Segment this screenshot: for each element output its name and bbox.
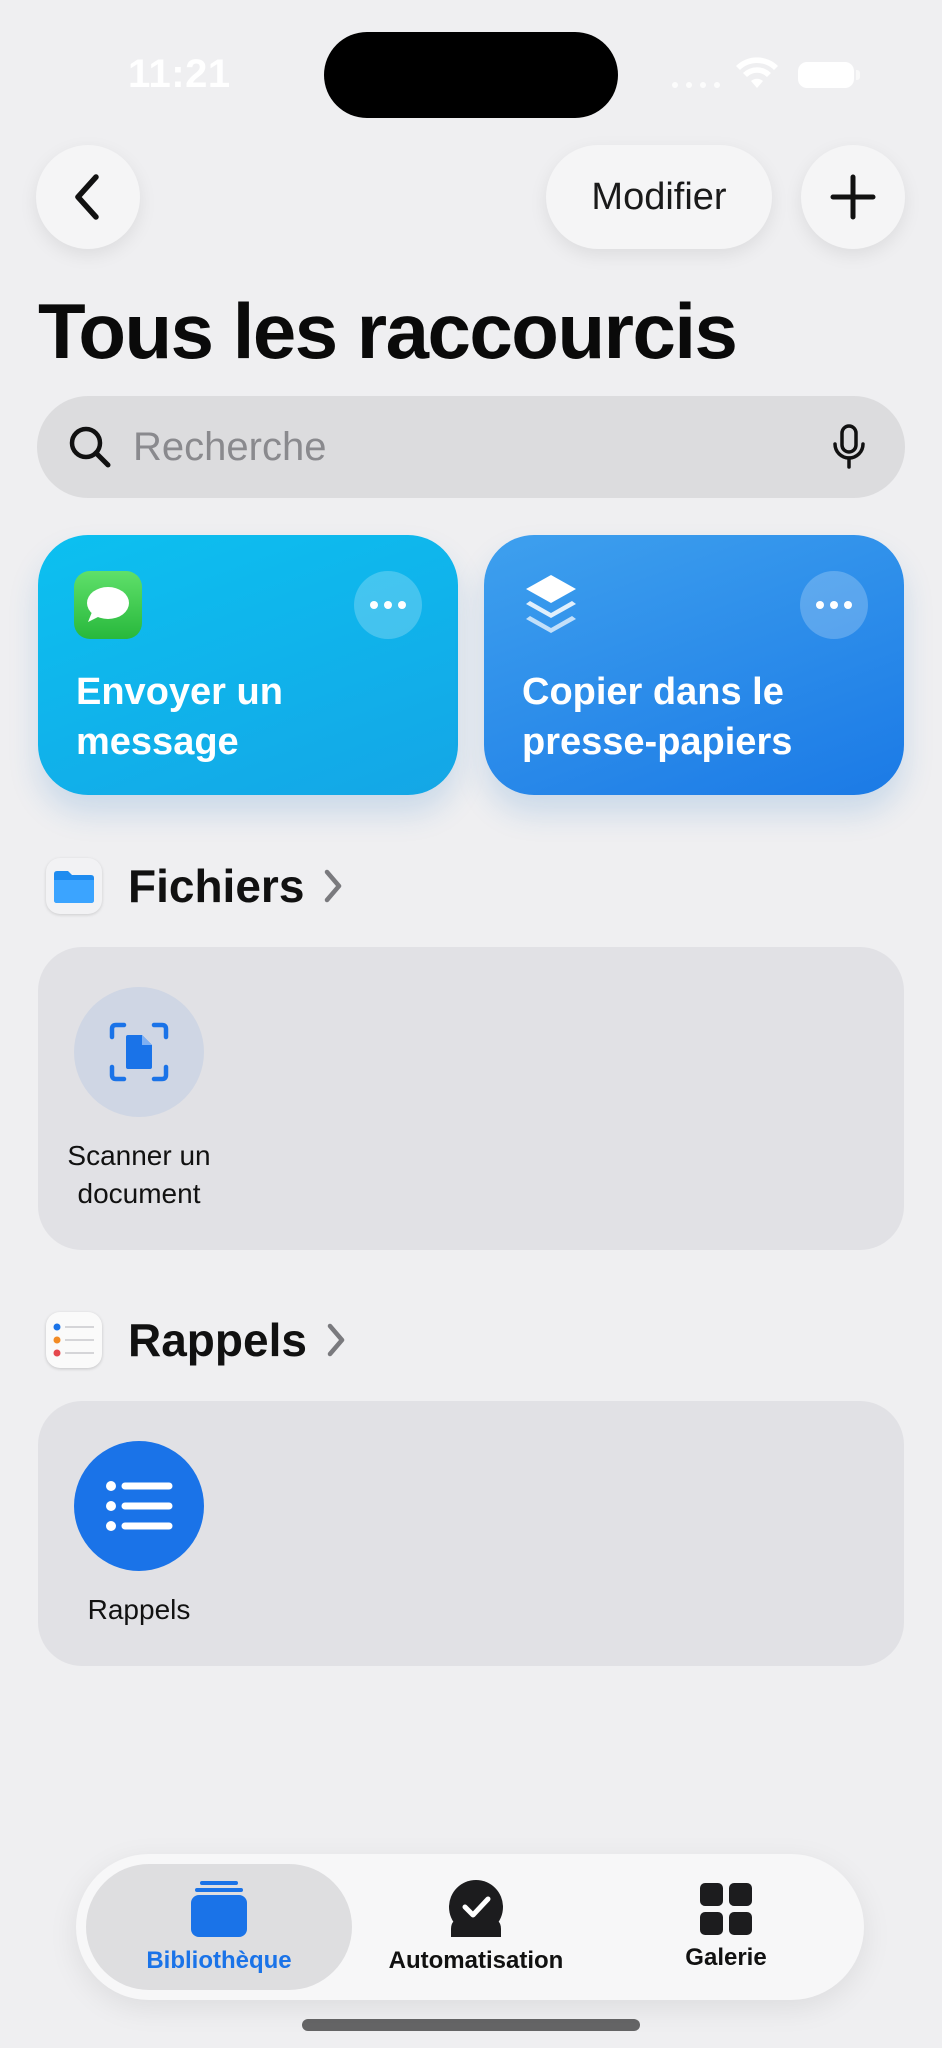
section-rappels-tiles: Rappels [38, 1401, 904, 1666]
tile-label: Rappels [87, 1594, 191, 1625]
reminders-app-icon [46, 1312, 102, 1368]
wifi-icon [736, 57, 778, 88]
chevron-left-icon [75, 174, 99, 220]
edit-button[interactable]: Modifier [546, 145, 772, 249]
reminders-tile[interactable] [74, 1441, 204, 1571]
chevron-right-icon [325, 869, 342, 903]
section-title: Fichiers [128, 860, 305, 912]
files-folder-icon [46, 858, 102, 914]
microphone-icon[interactable] [831, 424, 867, 470]
section-header-rappels[interactable]: Rappels [46, 1310, 347, 1370]
tab-gallery[interactable]: Galerie [616, 1864, 836, 1990]
shortcut-title: Envoyer un message [76, 671, 283, 763]
tab-library[interactable]: Bibliothèque [86, 1864, 352, 1990]
tab-label: Bibliothèque [146, 1947, 292, 1974]
chevron-right-icon [327, 1323, 345, 1357]
more-options-button[interactable] [800, 571, 868, 639]
section-title: Rappels [128, 1314, 307, 1366]
shortcut-card-send-message[interactable]: Envoyer un message [38, 535, 458, 795]
scan-document-icon [109, 1022, 169, 1082]
tile-label: Scanner un document [67, 1140, 211, 1209]
status-time: 11:21 [128, 52, 231, 96]
more-options-button[interactable] [354, 571, 422, 639]
back-button[interactable] [36, 145, 140, 249]
search-icon [69, 426, 111, 468]
layers-icon [526, 575, 576, 633]
home-indicator [302, 2019, 640, 2031]
page-title: Tous les raccourcis [38, 287, 738, 375]
list-icon [106, 1481, 173, 1531]
tab-automation[interactable]: Automatisation [366, 1864, 586, 1990]
section-header-fichiers[interactable]: Fichiers [46, 856, 344, 916]
library-stack-icon [191, 1881, 247, 1937]
search-bar[interactable] [37, 396, 905, 498]
scan-document-tile[interactable] [74, 987, 204, 1117]
gallery-grid-icon [700, 1883, 752, 1935]
dynamic-island [324, 32, 618, 118]
shortcut-title: Copier dans le presse-papiers [522, 671, 793, 763]
battery-icon [798, 62, 854, 88]
tab-label: Automatisation [388, 1947, 564, 1974]
cellular-signal-icon [672, 82, 720, 88]
messages-icon [74, 571, 142, 639]
plus-icon [830, 174, 876, 220]
battery-tip [856, 70, 860, 80]
automation-check-icon [449, 1880, 503, 1937]
tab-label: Galerie [685, 1944, 767, 1971]
shortcut-card-copy-clipboard[interactable]: Copier dans le presse-papiers [484, 535, 904, 795]
add-shortcut-button[interactable] [801, 145, 905, 249]
tab-bar: Bibliothèque Automatisation Galerie [76, 1854, 864, 2000]
search-input[interactable] [131, 423, 815, 471]
section-fichiers-tiles: Scanner un document [38, 947, 904, 1250]
